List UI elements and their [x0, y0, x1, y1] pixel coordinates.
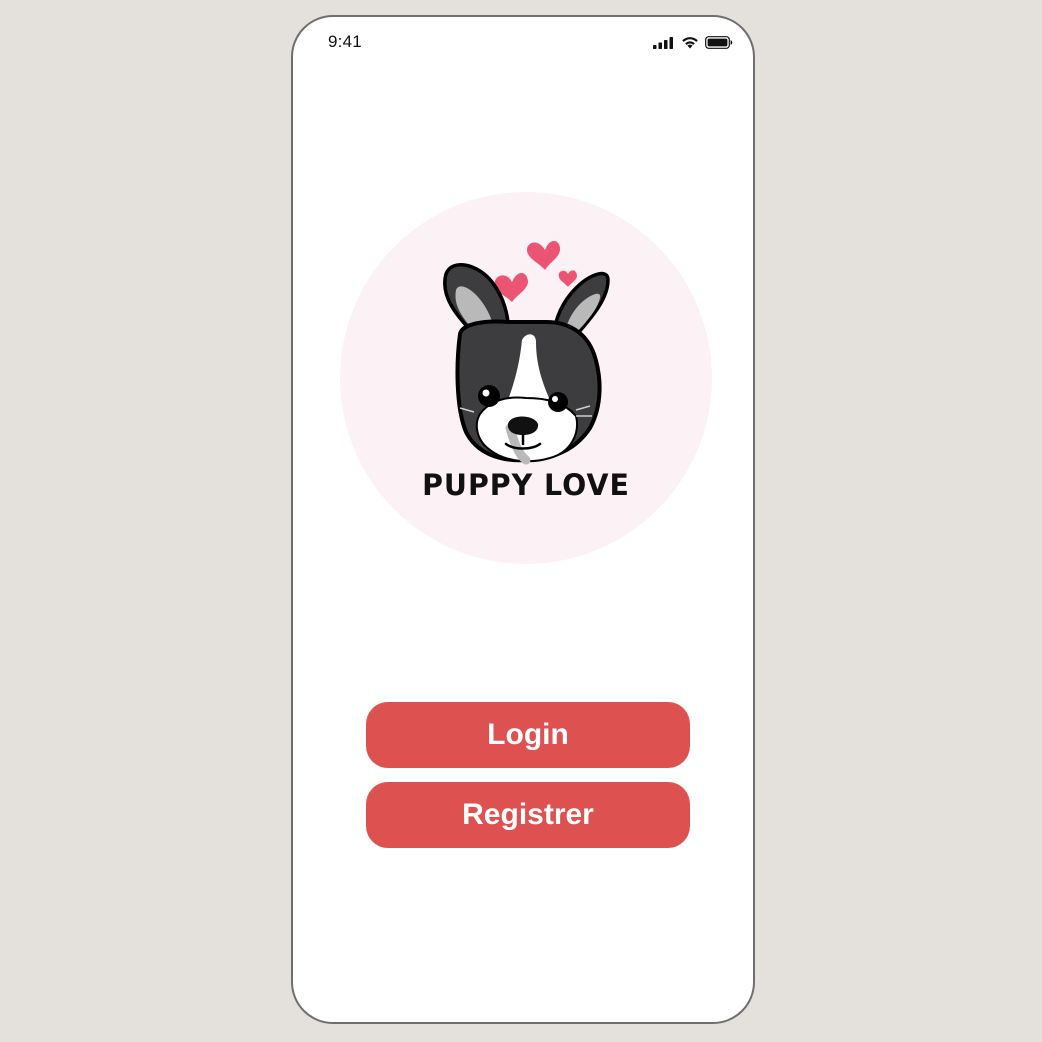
status-icons [653, 36, 733, 49]
app-logo: PUPPY LOVE [340, 192, 712, 564]
status-time: 9:41 [328, 32, 362, 51]
register-button[interactable]: Registrer [366, 782, 690, 848]
login-button[interactable]: Login [366, 702, 690, 768]
battery-icon [705, 36, 733, 49]
canvas: 9:41 PUPPY LOVE Login Registrer [0, 0, 1042, 1042]
status-bar: 9:41 [293, 17, 753, 67]
wifi-icon [682, 37, 698, 49]
logo-wordmark: PUPPY LOVE [422, 468, 630, 502]
cellular-signal-icon [653, 36, 673, 49]
dog-illustration [443, 240, 610, 465]
heart-icon [494, 240, 577, 302]
phone-screen: 9:41 PUPPY LOVE Login Registrer [291, 15, 755, 1024]
